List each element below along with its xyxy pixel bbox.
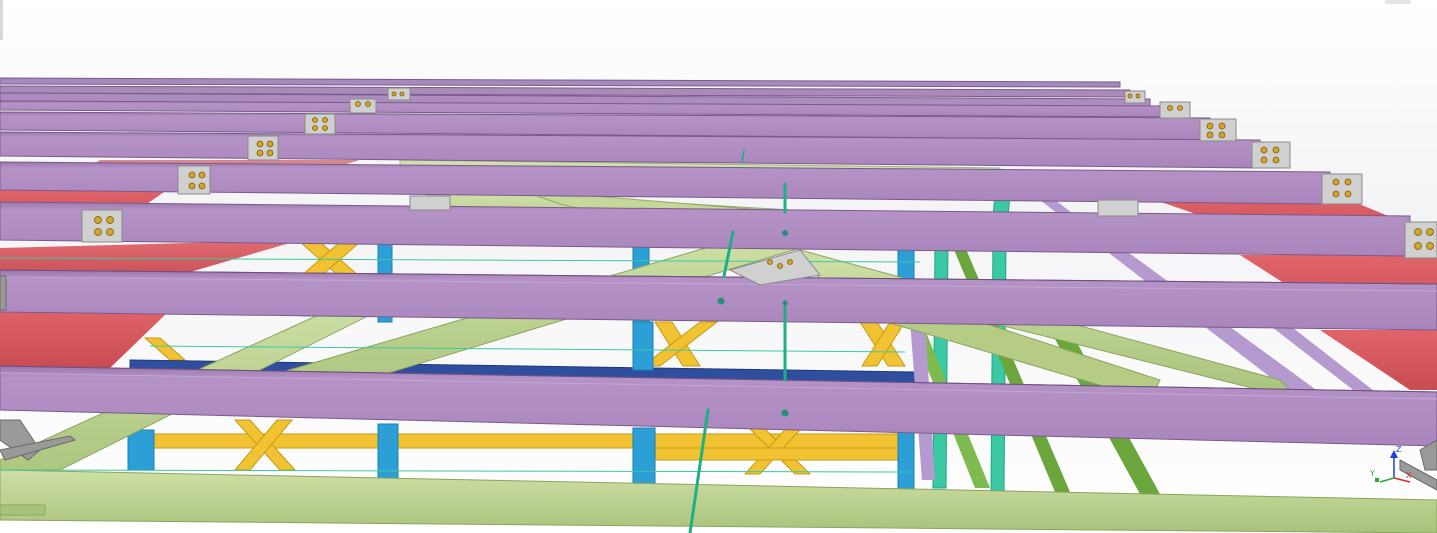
structural-model-render[interactable] (0, 0, 1437, 533)
axis-triad: Z Y X (1366, 444, 1416, 488)
green-bracing-diagonals (912, 240, 1160, 494)
axis-triad-icon (1375, 450, 1411, 483)
axis-x-label: X (1406, 471, 1412, 480)
axis-y-label: Y (1370, 469, 1375, 478)
axis-z-label: Z (1396, 445, 1402, 454)
viewport-left-edge (0, 0, 3, 40)
viewport-corner-tab[interactable] (1385, 0, 1411, 4)
model-3d-viewport[interactable]: Z Y X (0, 0, 1437, 533)
